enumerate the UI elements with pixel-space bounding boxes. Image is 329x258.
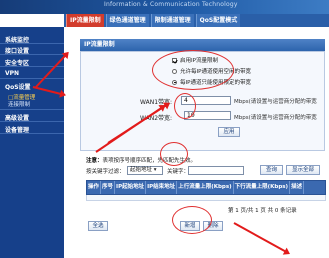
header-text: Information & Communication Technology xyxy=(104,1,238,8)
pager-text: 第 1 页/共 1 页 共 0 条记录 xyxy=(228,208,297,214)
apply-button[interactable]: 应用 xyxy=(218,127,240,137)
tab-bar: IP流量限制 绿色通道管理 限制通道管理 QoS配置模式 xyxy=(64,14,329,27)
sidebar: 系统监控 接口设置 安全专区 VPN QoS设置 □流量管理 连接限制 高级设置… xyxy=(0,27,64,258)
rules-table-body xyxy=(86,195,326,201)
column-action: 操作 xyxy=(87,181,102,194)
sidebar-divider xyxy=(0,78,64,79)
annotation-circle-note xyxy=(160,142,188,166)
rules-table-header: 操作 序号 IP起始地址 IP结束地址 上行流量上限(Kbps) 下行流量上限(… xyxy=(86,180,326,195)
sidebar-divider xyxy=(0,121,64,122)
column-ip-start: IP起始地址 xyxy=(115,181,147,194)
filter-select-value: 起始地址 xyxy=(130,167,153,173)
column-description: 描述 xyxy=(290,181,305,194)
annotation-arrow-bottom-right xyxy=(233,222,289,254)
sidebar-item-qos[interactable]: QoS设置 xyxy=(5,82,31,91)
sidebar-subitem-connection-limit[interactable]: 连接限制 xyxy=(8,100,30,108)
chevron-down-icon: ▾ xyxy=(152,167,157,173)
keyword-label: 关键字： xyxy=(167,169,190,175)
keyword-input[interactable] xyxy=(188,166,244,175)
tab-limit-channel[interactable]: 限制通道管理 xyxy=(150,14,194,27)
wan2-desc: Mbps(请设置与运营商分配的带宽 xyxy=(234,115,317,121)
header-band: Information & Communication Technology xyxy=(0,0,329,14)
column-index: 序号 xyxy=(101,181,116,194)
select-all-button[interactable]: 全选 xyxy=(88,221,108,231)
note-bold: 注意： xyxy=(86,158,103,164)
sidebar-divider xyxy=(0,109,64,110)
sidebar-divider xyxy=(0,43,64,44)
sidebar-item-vpn[interactable]: VPN xyxy=(5,70,19,77)
panel-title: IP流量限制 xyxy=(80,39,325,51)
filter-label: 按关键字过滤： xyxy=(86,169,125,175)
tab-qos-mode[interactable]: QoS配置模式 xyxy=(195,14,241,27)
column-upload-limit: 上行流量上限(Kbps) xyxy=(177,181,234,194)
show-all-button[interactable]: 显示全部 xyxy=(286,165,320,175)
wan1-desc: Mbps(请设置与运营商分配的带宽 xyxy=(234,99,317,105)
annotation-circle-new-button xyxy=(172,206,212,234)
tab-green-channel[interactable]: 绿色通道管理 xyxy=(105,14,149,27)
sidebar-divider xyxy=(0,54,64,55)
tab-ip-flow-limit[interactable]: IP流量限制 xyxy=(66,14,104,27)
annotation-circle-wan-values xyxy=(174,93,196,119)
column-ip-end: IP结束地址 xyxy=(146,181,178,194)
annotation-circle-options xyxy=(152,50,234,90)
column-download-limit: 下行流量上限(Kbps) xyxy=(234,181,291,194)
query-button[interactable]: 查询 xyxy=(260,165,283,175)
sidebar-divider xyxy=(0,133,64,134)
filter-select[interactable]: 起始地址 ▾ xyxy=(127,166,163,175)
